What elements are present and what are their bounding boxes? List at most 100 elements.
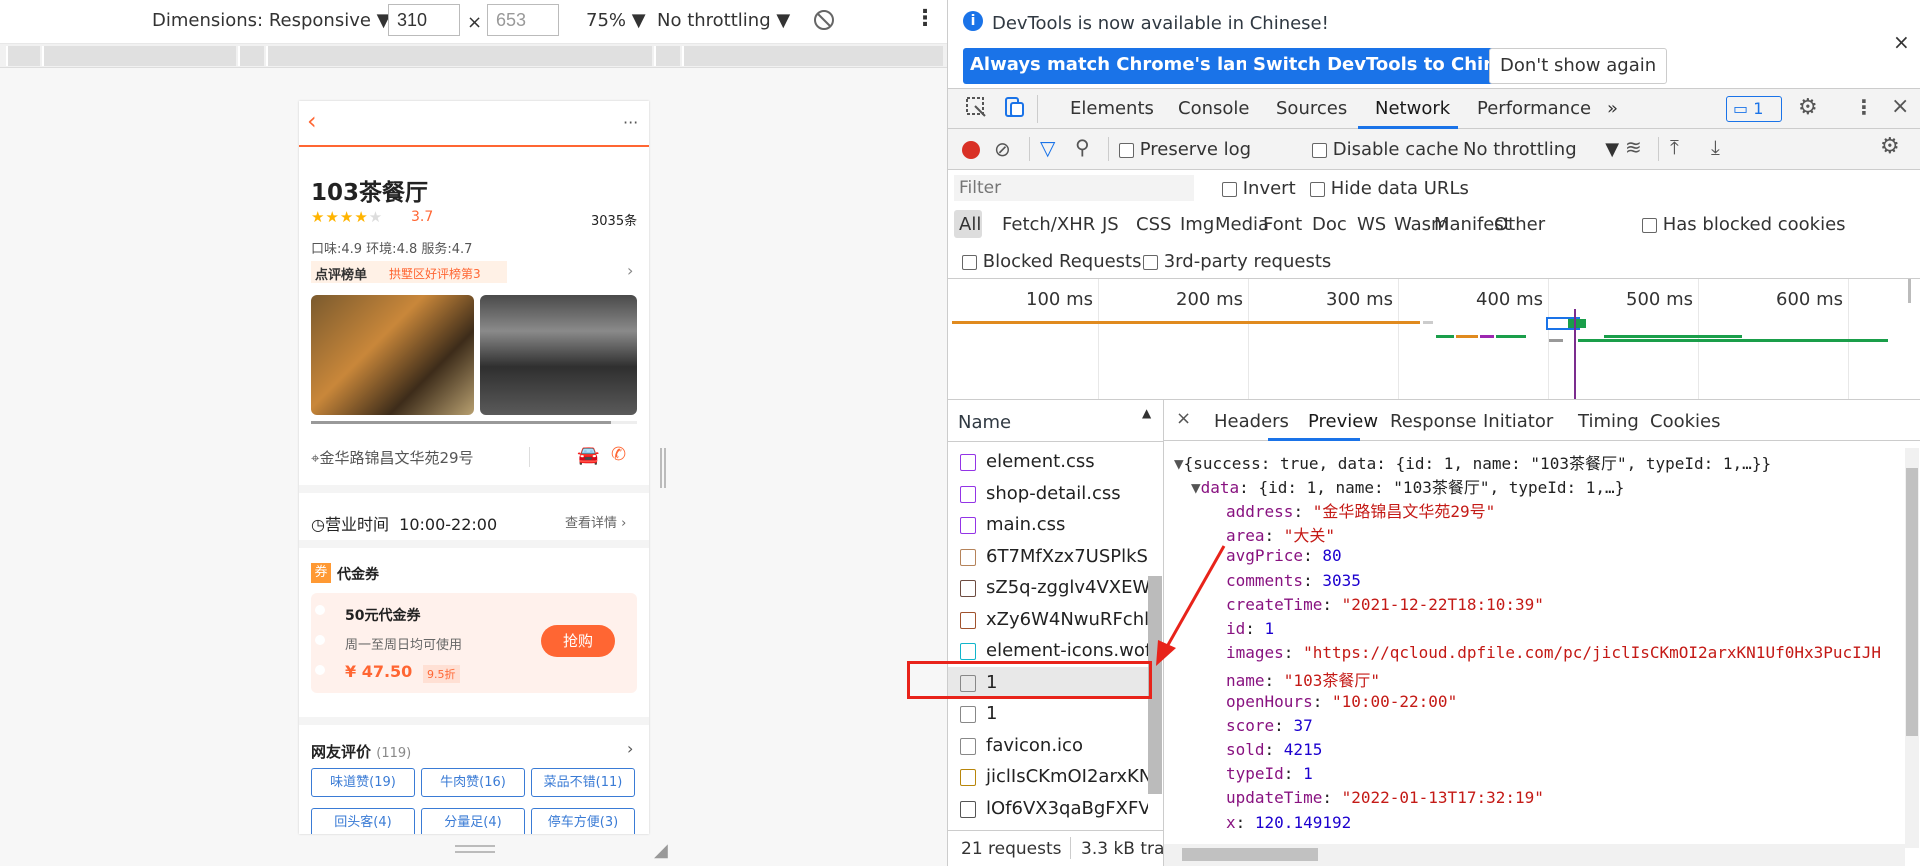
request-row[interactable]: xZy6W4NwuRFchl. <box>948 604 1148 635</box>
tab-network[interactable]: Network <box>1375 98 1450 119</box>
review-tag[interactable]: 回头客(4) <box>311 808 415 834</box>
more-tabs-icon[interactable]: » <box>1607 98 1618 119</box>
name-column-header[interactable]: Name ▲ <box>948 400 1163 442</box>
request-name: shop-detail.css <box>986 482 1121 504</box>
viewport-resize-handle-bottom[interactable] <box>455 845 495 853</box>
car-icon[interactable]: 🚘 <box>577 445 599 466</box>
width-input[interactable] <box>388 4 460 36</box>
request-name: xZy6W4NwuRFchl. <box>986 608 1148 630</box>
buy-button[interactable]: 抢购 <box>541 625 615 657</box>
back-icon[interactable]: ‹ <box>307 107 317 135</box>
detail-tab-timing[interactable]: Timing <box>1578 411 1639 432</box>
network-conditions-icon[interactable]: ≋ <box>1625 135 1642 159</box>
transferred-size: 3.3 kB tra <box>1081 839 1165 859</box>
tab-elements[interactable]: Elements <box>1070 98 1154 119</box>
review-tag[interactable]: 分量足(4) <box>421 808 525 834</box>
network-overview-timeline[interactable]: 100 ms 200 ms 300 ms 400 ms 500 ms 600 ms <box>948 279 1920 400</box>
timeline-gridline <box>1098 279 1099 399</box>
preserve-log-checkbox[interactable]: Preserve log <box>1119 139 1251 160</box>
type-filter-fetchxhr[interactable]: Fetch/XHR <box>1002 214 1095 235</box>
type-filter-js[interactable]: JS <box>1102 214 1119 235</box>
close-detail-icon[interactable]: × <box>1176 408 1191 429</box>
rotate-icon[interactable] <box>812 8 836 37</box>
request-row[interactable]: shop-detail.css <box>948 478 1148 509</box>
type-filter-other[interactable]: Other <box>1494 214 1545 235</box>
tab-sources[interactable]: Sources <box>1276 98 1347 119</box>
dont-show-again-button[interactable]: Don't show again <box>1489 48 1668 84</box>
request-row[interactable]: 1 <box>948 698 1148 729</box>
reviews-title[interactable]: 网友评价 (119) <box>311 741 411 762</box>
review-tag[interactable]: 菜品不错(11) <box>531 768 635 797</box>
type-filter-media[interactable]: Media <box>1215 214 1269 235</box>
detail-tab-cookies[interactable]: Cookies <box>1650 411 1720 432</box>
shop-photo-storefront[interactable] <box>480 295 637 415</box>
search-icon[interactable]: ⚲ <box>1075 135 1090 159</box>
json-data-node[interactable]: ▼data: {id: 1, name: "103茶餐厅", typeId: 1… <box>1191 474 1624 498</box>
shop-photo-food[interactable] <box>311 295 474 415</box>
close-devtools-icon[interactable]: × <box>1891 94 1909 119</box>
device-toggle-icon[interactable] <box>1003 96 1025 123</box>
type-filter-all[interactable]: All <box>959 214 981 235</box>
third-party-checkbox[interactable]: 3rd-party requests <box>1143 251 1331 272</box>
chevron-right-icon[interactable]: › <box>627 261 633 280</box>
viewport-resize-handle-right[interactable] <box>660 448 666 488</box>
issues-badge[interactable]: ▭ 1 <box>1726 96 1782 122</box>
export-har-icon[interactable]: ⤓ <box>1711 135 1720 159</box>
invert-checkbox[interactable]: Invert <box>1222 178 1296 199</box>
more-options-icon[interactable]: ⋮ <box>914 6 936 31</box>
close-icon[interactable]: × <box>1893 30 1910 54</box>
phone-icon[interactable]: ✆ <box>611 444 626 465</box>
voucher-card[interactable]: 50元代金券 周一至周日均可使用 ¥ 47.50 9.5折 抢购 <box>311 593 637 693</box>
detail-scrollbar-thumb[interactable] <box>1906 468 1918 736</box>
type-filter-doc[interactable]: Doc <box>1312 214 1347 235</box>
filter-icon[interactable]: ▽ <box>1040 136 1055 160</box>
resize-corner-icon[interactable]: ◢ <box>654 840 668 861</box>
hours-details-link[interactable]: 查看详情 › <box>565 512 626 531</box>
device-toolbar: Dimensions: Responsive ▼ × 75% ▼ No thro… <box>0 0 947 44</box>
filter-input[interactable] <box>954 175 1194 201</box>
type-filter-ws[interactable]: WS <box>1357 214 1386 235</box>
zoom-dropdown[interactable]: 75% ▼ <box>586 10 646 31</box>
disable-cache-checkbox[interactable]: Disable cache <box>1312 139 1459 160</box>
request-row[interactable]: sZ5q-zgglv4VXEW. <box>948 572 1148 603</box>
request-row[interactable]: jiclIsCKmOI2arxKN <box>948 761 1148 792</box>
height-input[interactable] <box>487 4 559 36</box>
record-icon[interactable] <box>962 141 980 159</box>
shop-address[interactable]: ⌖金华路锦昌文华苑29号 <box>311 447 474 468</box>
type-filter-css[interactable]: CSS <box>1136 214 1171 235</box>
throttling-select[interactable]: No throttling ▼ <box>1463 139 1619 160</box>
request-row[interactable]: element.css <box>948 446 1148 477</box>
hide-data-urls-checkbox[interactable]: Hide data URLs <box>1310 178 1469 199</box>
tab-console[interactable]: Console <box>1178 98 1249 119</box>
rank-banner[interactable]: 点评榜单 拱墅区好评榜第3 <box>311 261 507 283</box>
inspect-icon[interactable] <box>965 96 987 123</box>
review-tag[interactable]: 停车方便(3) <box>531 808 635 834</box>
detail-tab-response[interactable]: Response <box>1390 411 1476 432</box>
detail-tab-preview[interactable]: Preview <box>1308 411 1378 432</box>
dimensions-dropdown[interactable]: Dimensions: Responsive ▼ <box>152 10 391 31</box>
chevron-right-icon[interactable]: › <box>627 739 633 758</box>
detail-tab-headers[interactable]: Headers <box>1214 411 1289 432</box>
request-row[interactable]: favicon.ico <box>948 730 1148 761</box>
detail-tab-initiator[interactable]: Initiator <box>1483 411 1553 432</box>
json-root[interactable]: ▼{success: true, data: {id: 1, name: "10… <box>1174 450 1771 474</box>
request-row[interactable]: 6T7MfXzx7USPlkSy <box>948 541 1148 572</box>
request-row[interactable]: lOf6VX3qaBgFXFV. <box>948 793 1148 824</box>
type-filter-font[interactable]: Font <box>1263 214 1302 235</box>
clear-icon[interactable]: ⊘ <box>994 137 1011 161</box>
review-tag[interactable]: 牛肉赞(16) <box>421 768 525 797</box>
more-icon[interactable]: ··· <box>623 113 638 132</box>
more-options-icon[interactable]: ⋮ <box>1854 95 1874 119</box>
has-blocked-cookies-checkbox[interactable]: Has blocked cookies <box>1642 214 1846 235</box>
settings-icon[interactable]: ⚙ <box>1798 95 1818 120</box>
import-har-icon[interactable]: ⤒ <box>1670 135 1679 159</box>
network-settings-icon[interactable]: ⚙ <box>1880 134 1900 159</box>
detail-hscrollbar-thumb[interactable] <box>1182 848 1318 861</box>
request-row[interactable]: main.css <box>948 509 1148 540</box>
throttling-dropdown[interactable]: No throttling ▼ <box>657 10 790 31</box>
blocked-requests-checkbox[interactable]: Blocked Requests <box>962 251 1142 272</box>
type-filter-img[interactable]: Img <box>1180 214 1214 235</box>
tab-performance[interactable]: Performance <box>1477 98 1591 119</box>
review-tag[interactable]: 味道赞(19) <box>311 768 415 797</box>
photo-scrollbar[interactable] <box>311 421 637 424</box>
